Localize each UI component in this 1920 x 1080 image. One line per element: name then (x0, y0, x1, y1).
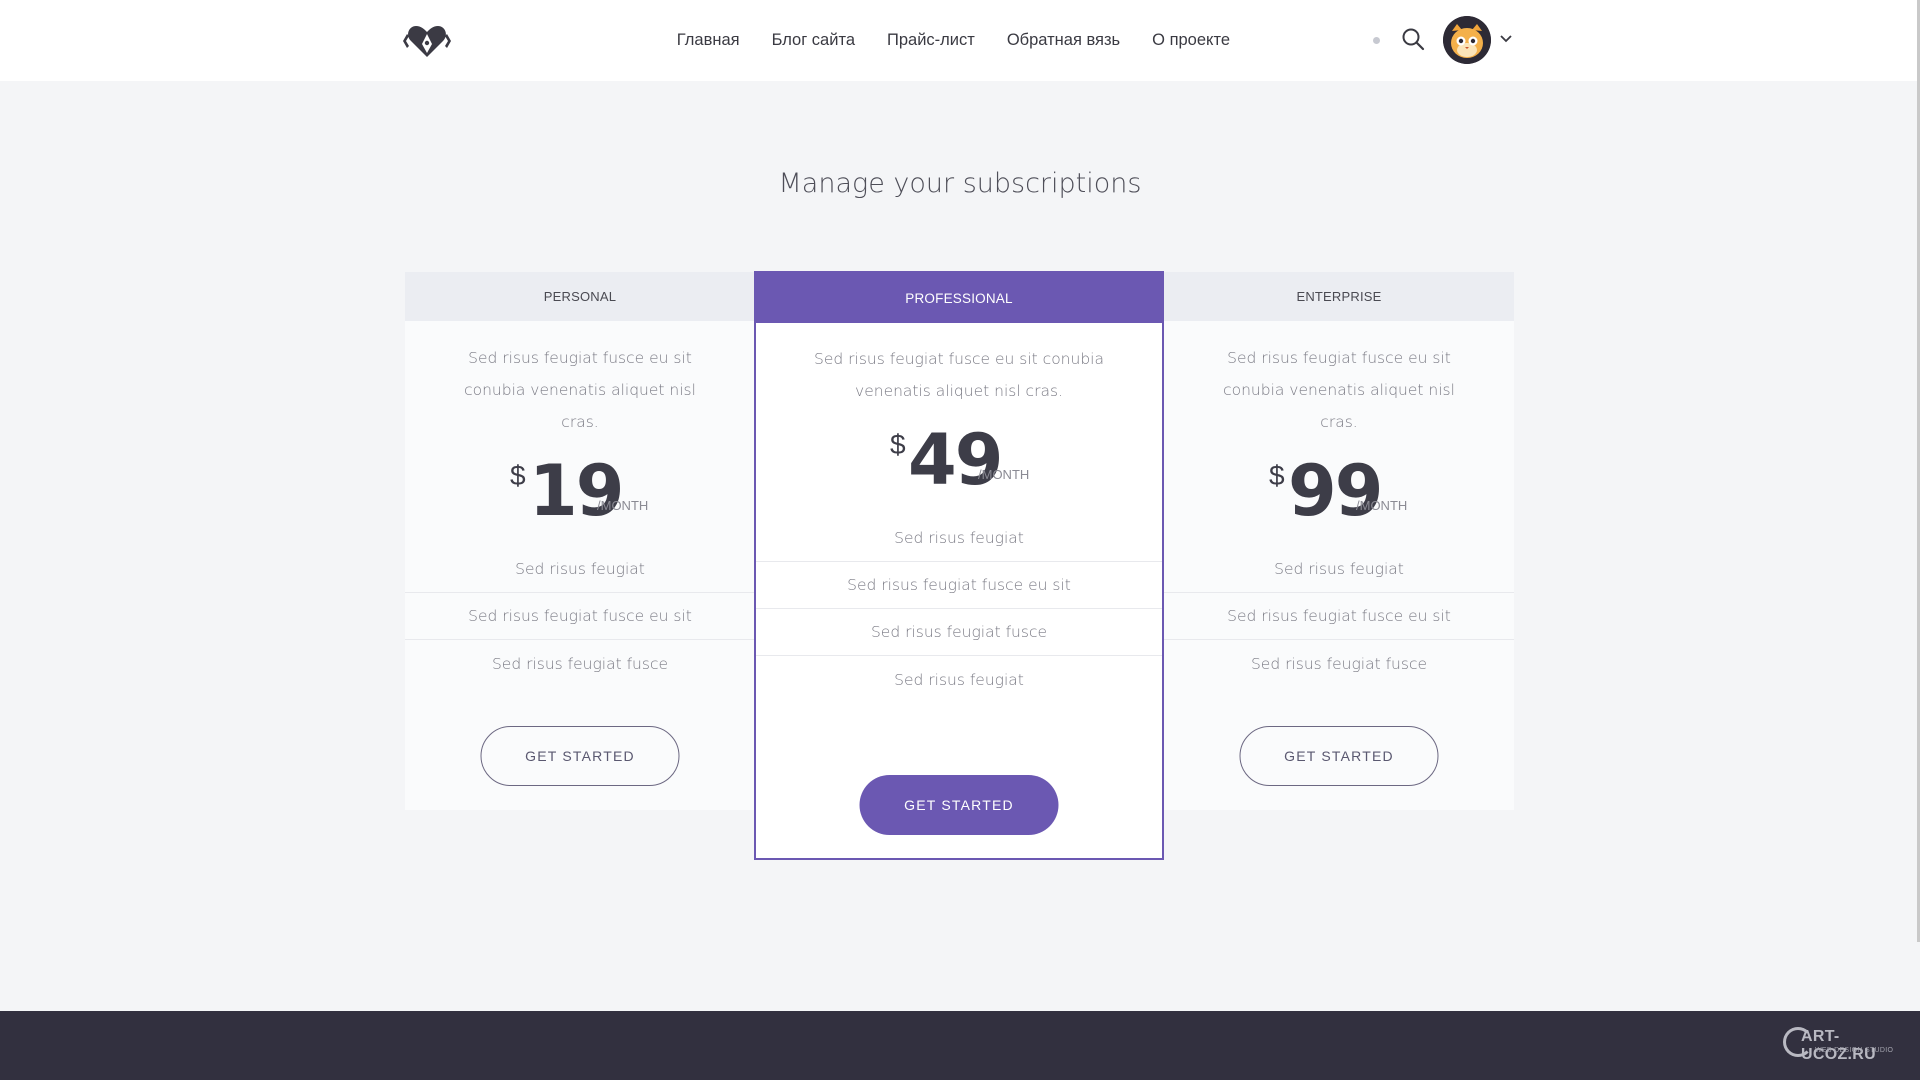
nav-item-about[interactable]: О проекте (1152, 31, 1230, 50)
feature-item: Sed risus feugiat (756, 515, 1162, 562)
page-title: Manage your subscriptions (778, 168, 1142, 199)
feature-item: Sed risus feugiat fusce eu sit (1164, 593, 1514, 640)
user-avatar[interactable] (1443, 16, 1491, 64)
heart-pen-logo-icon[interactable] (403, 22, 451, 60)
watermark-main: ART-UCOZ.RU (1801, 1028, 1876, 1063)
site-footer (0, 1011, 1920, 1080)
feature-item: Sed risus feugiat fusce (491, 654, 669, 673)
feature-item: Sed risus feugiat fusce eu sit (405, 593, 755, 640)
chevron-down-icon[interactable] (1498, 31, 1514, 47)
plan-card-enterprise: ENTERPRISE Sed risus feugiat fusce eu si… (1164, 272, 1514, 810)
price-currency: $ (890, 429, 906, 460)
studio-watermark[interactable]: ART-UCOZ.RU WEB DESIGN STUDIO (1783, 1026, 1903, 1063)
price-amount: 99 (1288, 450, 1383, 532)
plan-card-personal: PERSONAL Sed risus feugiat fusce eu sit … (405, 272, 755, 810)
feature-item: Sed risus feugiat (405, 546, 755, 593)
feature-list: Sed risus feugiat Sed risus feugiat fusc… (756, 515, 1162, 703)
plan-card-professional: PROFESSIONAL Sed risus feugiat fusce eu … (754, 271, 1164, 860)
feature-item: Sed risus feugiat (894, 670, 1024, 689)
feature-item: Sed risus feugiat fusce (1250, 654, 1428, 673)
plan-price: $ 19 /MONTH (405, 448, 755, 534)
get-started-button-enterprise[interactable]: GET STARTED (1239, 726, 1439, 786)
plan-description: Sed risus feugiat fusce eu sit conubia v… (1223, 349, 1455, 431)
plan-description: Sed risus feugiat fusce eu sit conubia v… (814, 350, 1104, 400)
feature-list: Sed risus feugiat Sed risus feugiat fusc… (405, 546, 755, 687)
plan-name: ENTERPRISE (1164, 272, 1514, 321)
feature-list: Sed risus feugiat Sed risus feugiat fusc… (1164, 546, 1514, 687)
price-period: /MONTH (1356, 498, 1408, 513)
cat-avatar-icon (1443, 16, 1491, 64)
price-period: /MONTH (978, 467, 1030, 482)
plan-name: PERSONAL (405, 272, 755, 321)
nav-item-home[interactable]: Главная (677, 31, 740, 50)
nav-separator-dot (1373, 37, 1380, 44)
feature-item: Sed risus feugiat fusce eu sit (756, 562, 1162, 609)
price-amount: 49 (908, 419, 1003, 501)
main-nav: Главная Блог сайта Прайс-лист Обратная в… (677, 0, 1230, 81)
nav-item-blog[interactable]: Блог сайта (772, 31, 855, 50)
price-amount: 19 (529, 450, 624, 532)
feature-item: Sed risus feugiat (1164, 546, 1514, 593)
plan-name: PROFESSIONAL (756, 273, 1162, 323)
plan-price: $ 99 /MONTH (1164, 448, 1514, 534)
price-currency: $ (510, 460, 526, 491)
get-started-button-personal[interactable]: GET STARTED (480, 726, 680, 786)
plan-description: Sed risus feugiat fusce eu sit conubia v… (464, 349, 696, 431)
get-started-button-professional[interactable]: GET STARTED (859, 775, 1059, 835)
search-icon[interactable] (1401, 27, 1425, 51)
nav-item-pricelist[interactable]: Прайс-лист (887, 31, 975, 50)
price-currency: $ (1269, 460, 1285, 491)
price-period: /MONTH (597, 498, 649, 513)
feature-item: Sed risus feugiat fusce (756, 609, 1162, 656)
nav-item-feedback[interactable]: Обратная вязь (1007, 31, 1120, 50)
watermark-sub: WEB DESIGN STUDIO (1815, 1047, 1894, 1054)
plan-price: $ 49 /MONTH (756, 417, 1162, 503)
site-header: Главная Блог сайта Прайс-лист Обратная в… (0, 0, 1920, 81)
